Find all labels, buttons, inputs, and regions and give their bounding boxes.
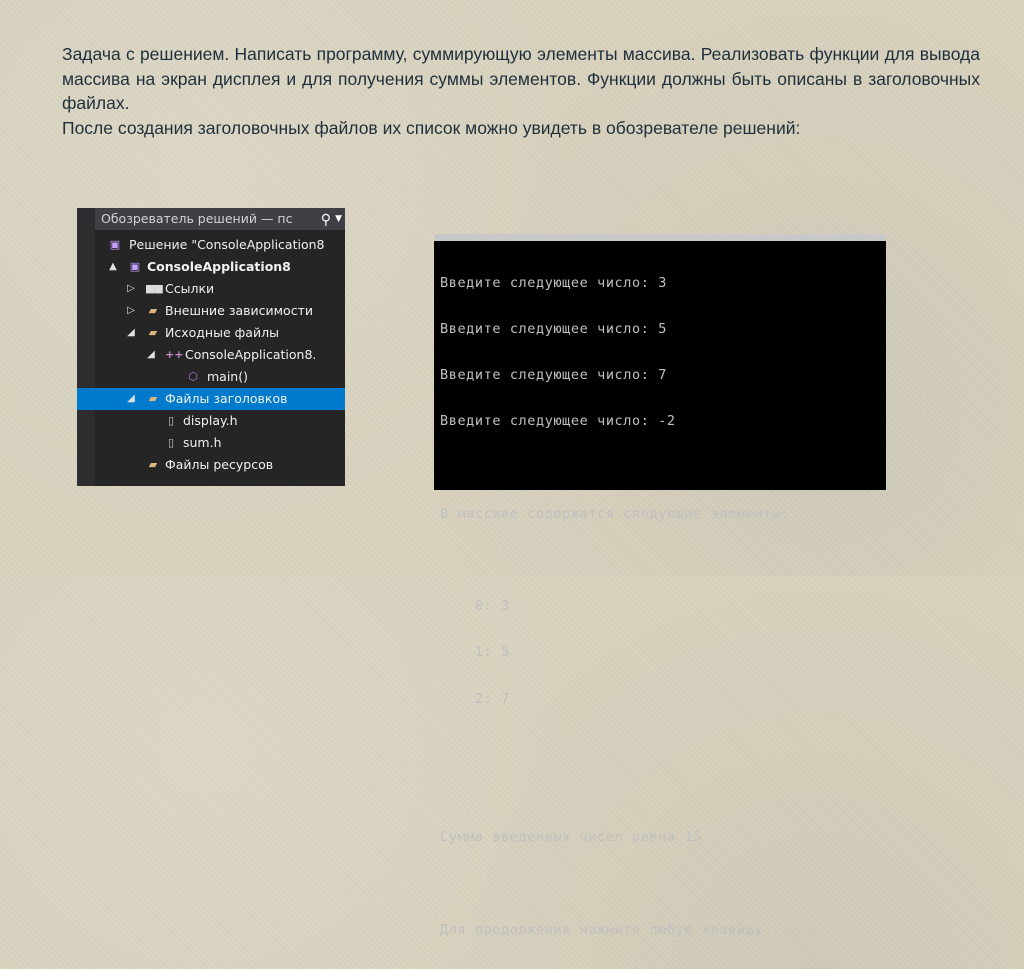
- console-line: В массиве содержатся следующие элементы:: [440, 505, 790, 522]
- tree-item-external-dependencies[interactable]: ▷ ▰ Внешние зависимости: [95, 300, 345, 322]
- tree-item-header-files[interactable]: ◢ ▰ Файлы заголовков: [77, 388, 345, 410]
- collapse-arrow-icon[interactable]: ◢: [125, 388, 137, 410]
- collapse-arrow-icon[interactable]: ◢: [125, 322, 137, 344]
- console-line: Введите следующее число: 5: [440, 321, 667, 338]
- tree-item-label: ConsoleApplication8.: [185, 347, 317, 362]
- tree-item-label: Файлы заголовков: [165, 391, 288, 406]
- console-line: Введите следующее число: -2: [440, 413, 676, 430]
- tree-item-main-function[interactable]: ⬡ main(): [95, 366, 345, 388]
- tree-item-cpp-file[interactable]: ◢ ++ ConsoleApplication8.: [95, 344, 345, 366]
- solution-tree: ▣ Решение "ConsoleApplication8 ▲ ▣ Conso…: [77, 234, 345, 476]
- tree-item-references[interactable]: ▷ ■■ Ссылки: [95, 278, 345, 300]
- collapse-arrow-icon[interactable]: ▲: [107, 256, 119, 278]
- folder-icon: ▰: [148, 326, 158, 339]
- task-paragraph: Задача с решением. Написать программу, с…: [62, 44, 980, 113]
- slide-text: Задача с решением. Написать программу, с…: [62, 42, 980, 140]
- console-line: 2: 7: [440, 690, 510, 707]
- tree-item-label: Файлы ресурсов: [165, 457, 274, 472]
- console-output: Введите следующее число: 3 Введите следу…: [440, 245, 815, 969]
- folder-icon: ▰: [148, 304, 158, 317]
- references-icon: ■■: [145, 282, 164, 295]
- header-file-icon: ▯: [167, 436, 175, 449]
- console-line: Введите следующее число: 3: [440, 274, 667, 291]
- search-icon[interactable]: ⚲: [321, 209, 331, 230]
- tree-item-display-h[interactable]: ▯ display.h: [95, 410, 345, 432]
- tree-item-label: ConsoleApplication8: [147, 259, 291, 274]
- solution-explorer-header: Обозреватель решений — пс ⚲ ▼: [95, 208, 345, 230]
- solution-explorer: Обозреватель решений — пс ⚲ ▼ ▣ Решение …: [77, 208, 345, 486]
- solution-icon: ▣: [109, 238, 121, 251]
- project-icon: ▣: [129, 260, 141, 273]
- tree-item-label: Ссылки: [165, 281, 215, 296]
- tree-item-label: Внешние зависимости: [165, 303, 313, 318]
- header-file-icon: ▯: [167, 414, 175, 427]
- tree-item-label: main(): [207, 369, 248, 384]
- console-line: Сумма введенных чисел равна 15: [440, 829, 702, 846]
- expand-arrow-icon[interactable]: ▷: [125, 278, 137, 300]
- folder-icon: ▰: [148, 458, 158, 471]
- console-window: Введите следующее число: 3 Введите следу…: [434, 234, 886, 938]
- function-icon: ⬡: [188, 370, 198, 383]
- tree-item-sum-h[interactable]: ▯ sum.h: [95, 432, 345, 454]
- tree-item-source-files[interactable]: ◢ ▰ Исходные файлы: [95, 322, 345, 344]
- tree-item-label: Исходные файлы: [165, 325, 279, 340]
- console-line: Введите следующее число: 7: [440, 367, 667, 384]
- collapse-arrow-icon[interactable]: ◢: [145, 344, 157, 366]
- expand-arrow-icon[interactable]: ▷: [125, 300, 137, 322]
- tree-item-label: Решение "ConsoleApplication8: [129, 237, 325, 252]
- solution-explorer-title: Обозреватель решений — пс: [101, 211, 293, 226]
- tree-item-project[interactable]: ▲ ▣ ConsoleApplication8: [95, 256, 345, 278]
- chevron-down-icon[interactable]: ▼: [335, 208, 342, 230]
- cpp-file-icon: ++: [165, 348, 184, 361]
- console-line: 0: 3: [440, 598, 510, 615]
- explorer-paragraph: После создания заголовочных файлов их сп…: [62, 117, 801, 138]
- folder-icon: ▰: [148, 392, 158, 405]
- console-line: Для продолжения нажмите любую клавишу . …: [440, 921, 816, 938]
- tree-item-label: display.h: [183, 413, 238, 428]
- tree-item-resource-files[interactable]: ▰ Файлы ресурсов: [95, 454, 345, 476]
- tree-item-solution[interactable]: ▣ Решение "ConsoleApplication8: [95, 234, 345, 256]
- tree-item-label: sum.h: [183, 435, 222, 450]
- console-line: 1: 5: [440, 644, 510, 661]
